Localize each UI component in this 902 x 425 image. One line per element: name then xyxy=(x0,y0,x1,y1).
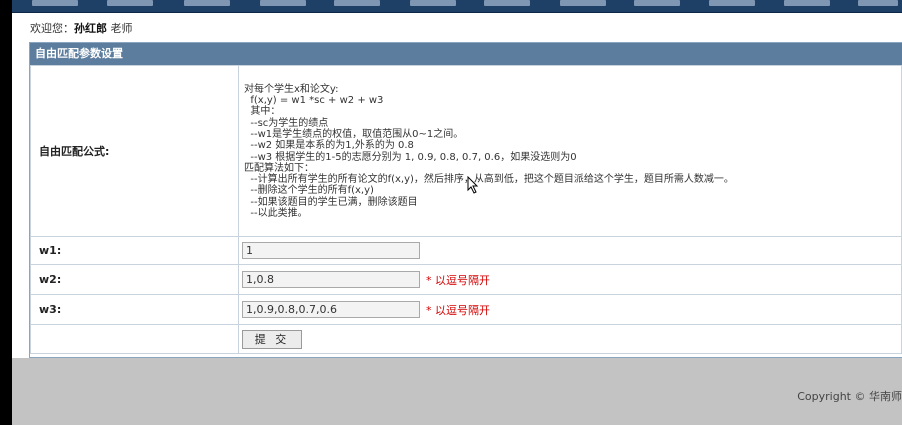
w3-label: w3: xyxy=(30,294,239,325)
nav-item[interactable] xyxy=(260,0,306,6)
w1-input[interactable] xyxy=(242,242,420,259)
formula-line: --计算出所有学生的所有论文的f(x,y)，然后排序，从高到低，把这个题目派给这… xyxy=(244,174,734,186)
formula-line: --w3 根据学生的1-5的志愿分别为 1, 0.9, 0.8, 0.7, 0.… xyxy=(244,151,577,163)
formula-line: 其中： xyxy=(244,106,281,118)
panel-title: 自由匹配参数设置 xyxy=(30,43,902,65)
formula-line: --以此类推。 xyxy=(244,207,308,219)
w3-hint: * 以逗号隔开 xyxy=(426,303,490,317)
formula-line: 匹配算法如下： xyxy=(244,162,314,174)
submit-cell: 提 交 xyxy=(238,324,902,354)
user-name: 孙红郎 xyxy=(74,22,107,35)
w2-cell: * 以逗号隔开 xyxy=(238,264,902,295)
w2-row: w2: * 以逗号隔开 xyxy=(30,264,902,295)
welcome-prefix: 欢迎您： xyxy=(30,22,74,35)
welcome-message: 欢迎您：孙红郎 老师 xyxy=(30,20,133,36)
formula-line: --如果该题目的学生已满，删除该题目 xyxy=(244,196,418,208)
nav-item[interactable] xyxy=(410,0,456,6)
settings-form: 自由匹配公式: 对每个学生x和论文y: f(x,y) = w1 *sc + w2… xyxy=(30,65,902,354)
formula-text: 对每个学生x和论文y: f(x,y) = w1 *sc + w2 + w3 其中… xyxy=(242,79,901,224)
user-role: 老师 xyxy=(110,22,133,35)
formula-line: --删除这个学生的所有f(x,y) xyxy=(244,185,374,197)
formula-line: 对每个学生x和论文y: xyxy=(244,83,339,95)
w2-input[interactable] xyxy=(242,271,420,288)
formula-line: f(x,y) = w1 *sc + w2 + w3 xyxy=(244,95,384,107)
copyright-text: Copyright © 华南师 xyxy=(797,390,902,403)
w2-label: w2: xyxy=(30,264,239,295)
nav-item[interactable] xyxy=(634,0,680,6)
nav-item[interactable] xyxy=(858,0,898,6)
nav-item[interactable] xyxy=(560,0,606,6)
w3-cell: * 以逗号隔开 xyxy=(238,294,902,325)
page-frame: 欢迎您：孙红郎 老师 自由匹配参数设置 自由匹配公式: 对每个学生x和论文y: … xyxy=(12,0,902,425)
nav-item[interactable] xyxy=(184,0,230,6)
formula-line: --w1是学生绩点的权值，取值范围从0~1之间。 xyxy=(244,128,464,140)
formula-cell: 对每个学生x和论文y: f(x,y) = w1 *sc + w2 + w3 其中… xyxy=(238,65,902,237)
nav-item[interactable] xyxy=(709,0,755,6)
w2-hint: * 以逗号隔开 xyxy=(426,273,490,287)
top-navigation-bar xyxy=(12,0,902,13)
w1-row: w1: xyxy=(30,236,902,265)
footer: Copyright © 华南师 xyxy=(12,358,902,425)
w3-row: w3: * 以逗号隔开 xyxy=(30,294,902,325)
w3-input[interactable] xyxy=(242,301,420,318)
nav-item[interactable] xyxy=(334,0,380,6)
nav-item[interactable] xyxy=(484,0,530,6)
w1-cell xyxy=(238,236,902,265)
formula-line: --w2 如果是本系的为1,外系的为 0.8 xyxy=(244,140,414,152)
nav-item[interactable] xyxy=(32,0,78,6)
formula-row: 自由匹配公式: 对每个学生x和论文y: f(x,y) = w1 *sc + w2… xyxy=(30,65,902,237)
w1-label: w1: xyxy=(30,236,239,265)
mouse-cursor-icon xyxy=(467,176,479,194)
nav-item[interactable] xyxy=(784,0,830,6)
nav-item[interactable] xyxy=(107,0,153,6)
submit-label-cell xyxy=(30,324,239,354)
formula-line: --sc为学生的绩点 xyxy=(244,117,329,129)
submit-row: 提 交 xyxy=(30,324,902,354)
settings-panel: 自由匹配参数设置 自由匹配公式: 对每个学生x和论文y: f(x,y) = w1… xyxy=(29,42,902,358)
formula-label: 自由匹配公式: xyxy=(30,65,239,237)
submit-button[interactable]: 提 交 xyxy=(242,329,302,349)
